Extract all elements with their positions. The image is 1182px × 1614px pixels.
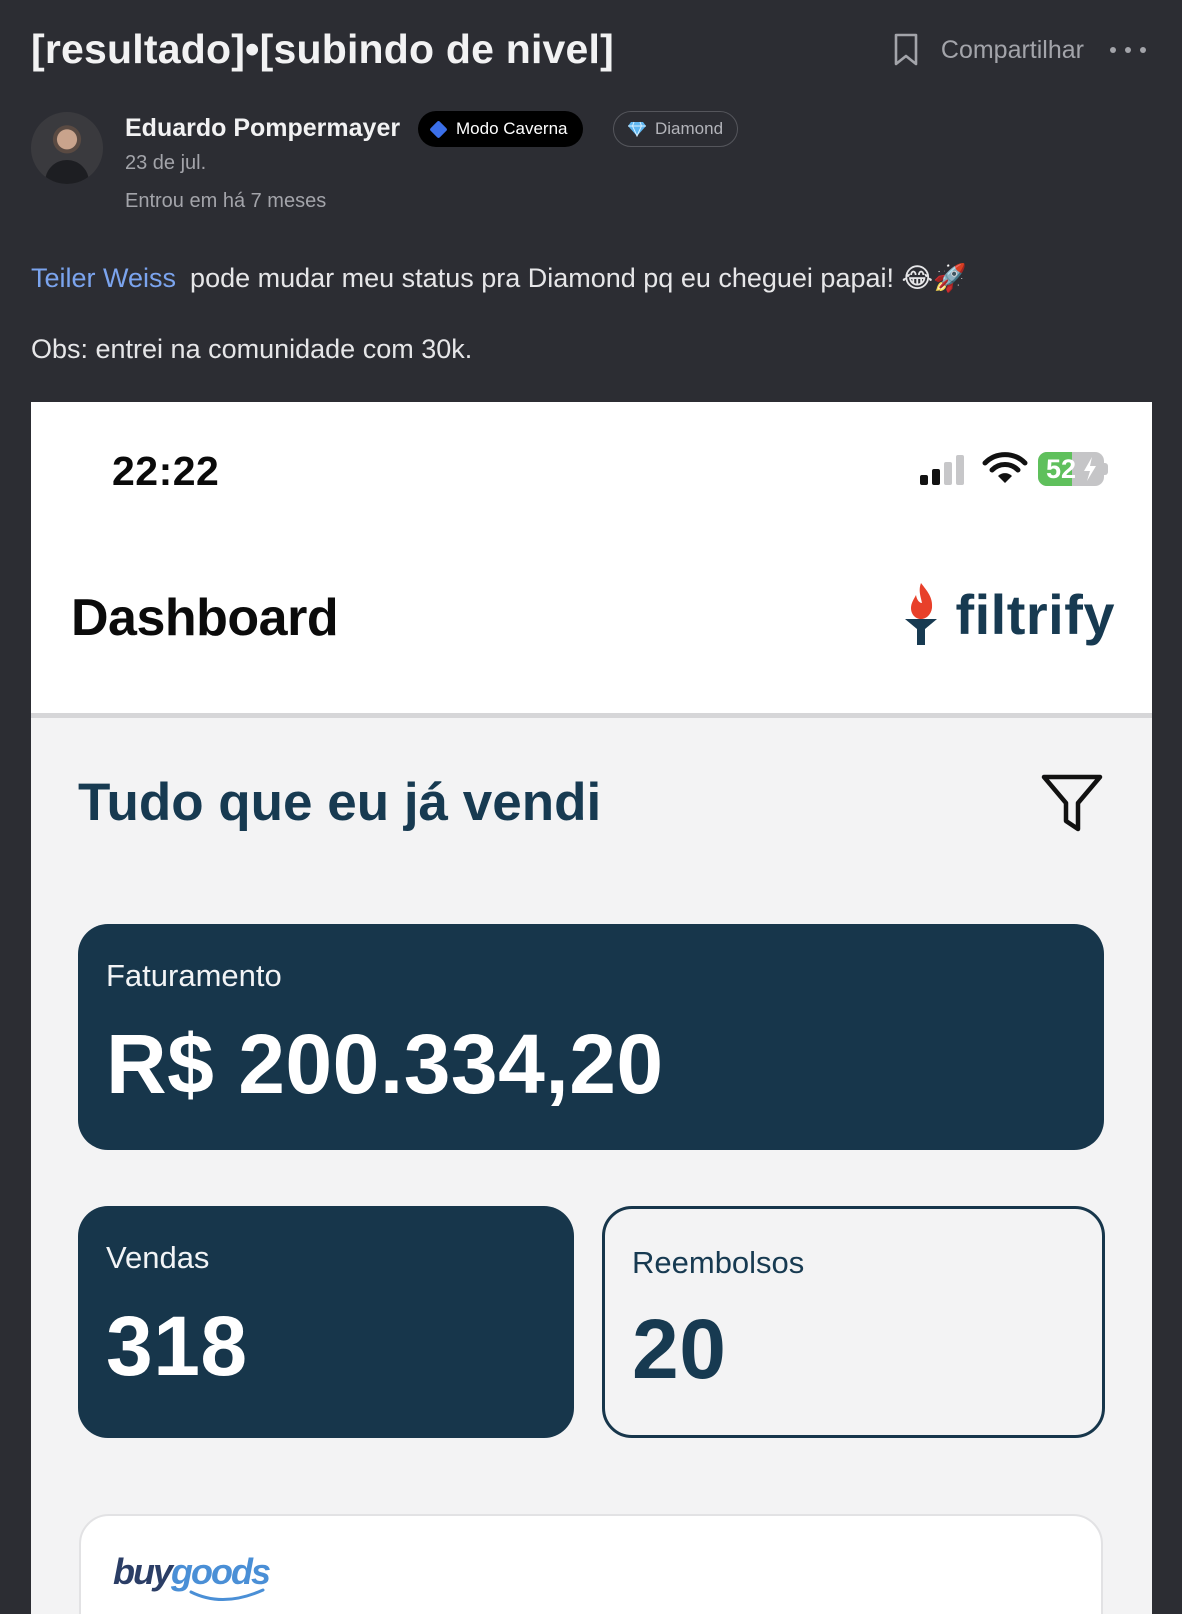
cellular-signal-icon <box>920 455 964 485</box>
badge-modo-caverna: Modo Caverna <box>418 111 583 147</box>
avatar[interactable] <box>31 112 103 184</box>
post-header: [resultado]•[subindo de nivel] Compartil… <box>31 22 1146 82</box>
card-value: 318 <box>106 1299 248 1393</box>
post-body-line-1: Teiler Weiss pode mudar meu status pra Di… <box>31 262 967 294</box>
battery-icon: 52 <box>1038 452 1108 486</box>
platform-card[interactable]: buygoods <box>79 1514 1103 1614</box>
faturamento-card[interactable]: Faturamento R$ 200.334,20 <box>78 924 1104 1150</box>
app-header-area: 22:22 52 Dashboard filtrify <box>31 402 1152 718</box>
badge-diamond: Diamond <box>613 111 739 147</box>
brand-logo: filtrify <box>903 578 1115 650</box>
card-value: 20 <box>632 1302 727 1396</box>
joined-text: Entrou em há 7 meses <box>125 190 327 212</box>
battery-percent: 52 <box>1046 454 1077 484</box>
header-actions: Compartilhar <box>891 28 1146 72</box>
embedded-screenshot[interactable]: 22:22 52 Dashboard filtrify Tudo que eu … <box>31 402 1152 1614</box>
torch-icon <box>905 583 938 645</box>
card-label: Reembolsos <box>632 1245 805 1280</box>
card-label: Faturamento <box>106 958 282 993</box>
card-value: R$ 200.334,20 <box>106 1017 664 1111</box>
author-block: Eduardo Pompermayer Modo Caverna Diamond… <box>31 111 931 222</box>
post-date: 23 de jul. <box>125 152 207 174</box>
dashboard-title: Dashboard <box>71 589 339 647</box>
post-body-text: pode mudar meu status pra Diamond pq eu … <box>190 263 967 293</box>
author-name[interactable]: Eduardo Pompermayer <box>125 114 400 143</box>
badge-label: Diamond <box>655 119 724 138</box>
more-options-icon[interactable] <box>1110 40 1146 60</box>
gem-icon <box>628 121 646 137</box>
card-label: Vendas <box>106 1240 210 1275</box>
post-title: [resultado]•[subindo de nivel] <box>31 26 614 72</box>
vendas-card[interactable]: Vendas 318 <box>78 1206 574 1438</box>
svg-text:buygoods: buygoods <box>113 1552 270 1592</box>
share-button[interactable]: Compartilhar <box>941 36 1084 65</box>
status-time: 22:22 <box>112 448 220 494</box>
section-title: Tudo que eu já vendi <box>78 773 602 832</box>
badge-label: Modo Caverna <box>456 119 568 138</box>
post-body-line-2: Obs: entrei na comunidade com 30k. <box>31 334 473 364</box>
user-mention[interactable]: Teiler Weiss <box>31 263 176 293</box>
buygoods-logo: buygoods <box>113 1552 272 1602</box>
wifi-icon <box>982 452 1028 483</box>
reembolsos-card[interactable]: Reembolsos 20 <box>602 1206 1105 1438</box>
brand-name: filtrify <box>955 582 1115 646</box>
blue-diamond-icon <box>429 119 448 139</box>
status-icons: 52 <box>918 452 1108 486</box>
filter-icon[interactable] <box>1040 773 1104 833</box>
bookmark-icon[interactable] <box>891 31 921 69</box>
